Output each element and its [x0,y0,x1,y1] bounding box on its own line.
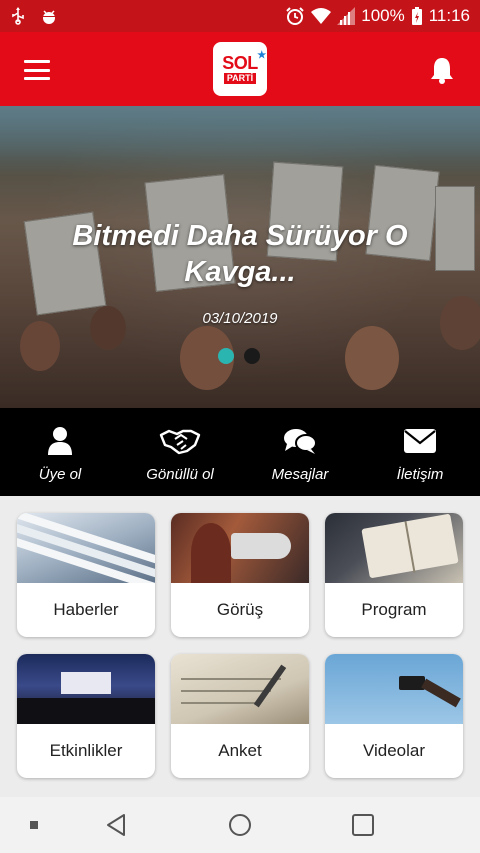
logo-subtext: PARTİ [223,73,257,84]
card-anket[interactable]: Anket [171,654,309,778]
megaphone-photo [171,513,309,583]
logo-text: SOL [222,53,258,73]
chat-bubbles-icon [284,429,317,454]
action-label: İletişim [396,466,444,483]
slider-dots [218,348,260,364]
back-icon[interactable] [104,813,128,837]
slider-dot-active[interactable] [218,348,234,364]
hamburger-icon [24,60,50,63]
user-icon [48,427,72,455]
clock: 11:16 [428,6,470,25]
action-label: Gönüllü ol [146,466,214,483]
wifi-icon [311,8,332,24]
quick-actions-bar: Üye ol Gönüllü ol Mesajlar İletişim [0,408,480,496]
action-label: Mesajlar [271,466,329,483]
overview-icon[interactable] [351,813,375,837]
card-label: Videolar [362,741,426,760]
battery-charging-icon [411,7,422,25]
envelope-icon [404,429,436,453]
signal-icon [337,7,356,25]
status-bar: 100% 11:16 [0,0,480,32]
bell-icon[interactable] [430,56,454,84]
action-iletisim[interactable]: İletişim [360,408,480,496]
card-etkinlikler[interactable]: Etkinlikler [17,654,155,778]
handshake-icon [159,429,201,455]
audience-event-photo [17,654,155,724]
recent-dot-icon[interactable] [30,821,38,829]
alarm-icon [286,7,304,25]
writing-notebook-photo [171,654,309,724]
usb-icon [12,7,24,25]
hamburger-menu-button[interactable] [24,60,50,80]
card-label: Haberler [53,600,119,619]
home-icon[interactable] [228,813,252,837]
action-uye-ol[interactable]: Üye ol [0,408,120,496]
battery-percent: 100% [361,6,405,25]
android-debug-icon [42,10,56,24]
card-label: Anket [218,741,262,760]
card-haberler[interactable]: Haberler [17,513,155,637]
card-videolar[interactable]: Videolar [325,654,463,778]
hero-title[interactable]: Bitmedi Daha Sürüyor O Kavga... [20,218,460,290]
newspapers-photo [17,513,155,583]
action-mesajlar[interactable]: Mesajlar [240,408,360,496]
card-label: Etkinlikler [49,741,123,760]
star-icon: ★ [257,50,266,61]
card-program[interactable]: Program [325,513,463,637]
hero-date: 03/10/2019 [202,310,278,327]
action-label: Üye ol [38,466,82,483]
app-bar: SOL ★ PARTİ [0,32,480,106]
action-gonullu-ol[interactable]: Gönüllü ol [120,408,240,496]
hero-slider[interactable]: Bitmedi Daha Sürüyor O Kavga... 03/10/20… [0,106,480,408]
book-reading-photo [325,513,463,583]
system-nav-bar [0,797,480,853]
card-label: Program [361,600,427,619]
card-label: Görüş [216,600,264,619]
slider-dot[interactable] [244,348,260,364]
card-gorus[interactable]: Görüş [171,513,309,637]
app-logo[interactable]: SOL ★ PARTİ [213,42,267,96]
video-camera-photo [325,654,463,724]
